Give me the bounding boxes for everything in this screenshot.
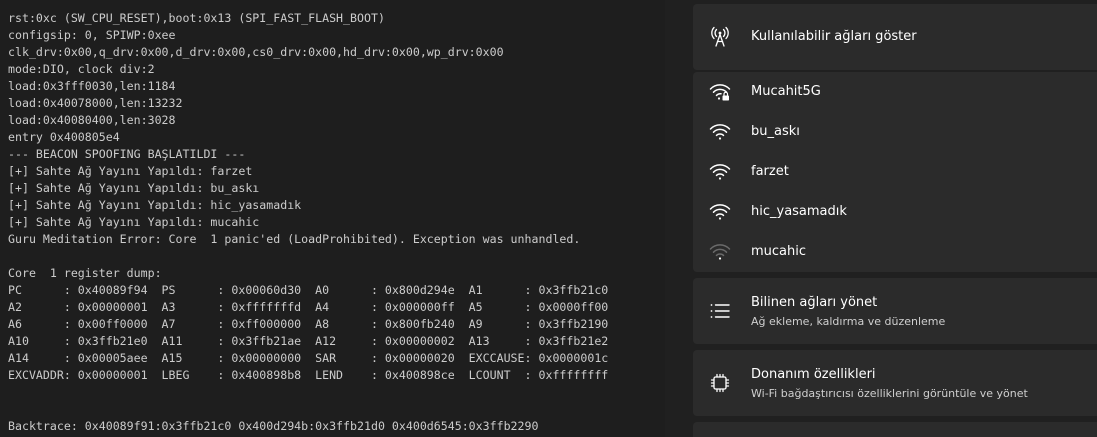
hardware-properties-subtitle: Wi-Fi bağdaştırıcısı özelliklerini görün… xyxy=(751,387,1028,400)
next-settings-card[interactable] xyxy=(693,422,1097,437)
terminal-line: configsip: 0, SPIWP:0xee xyxy=(8,28,176,42)
manage-known-networks-subtitle: Ağ ekleme, kaldırma ve düzenleme xyxy=(751,315,946,328)
terminal-line: load:0x40080400,len:3028 xyxy=(8,113,176,127)
network-ssid: Mucahit5G xyxy=(751,84,821,99)
terminal-line: PC : 0x40089f94 PS : 0x00060d30 A0 : 0x8… xyxy=(8,283,609,297)
terminal-line: [+] Sahte Ağ Yayını Yapıldı: mucahic xyxy=(8,215,260,229)
list-icon xyxy=(709,300,731,322)
wifi-icon xyxy=(709,161,731,183)
terminal-line: A10 : 0x3ffb21e0 A11 : 0x3ffb21ae A12 : … xyxy=(8,334,609,348)
terminal-line: [+] Sahte Ağ Yayını Yapıldı: farzet xyxy=(8,164,253,178)
wifi-icon xyxy=(709,121,731,143)
terminal-line: clk_drv:0x00,q_drv:0x00,d_drv:0x00,cs0_d… xyxy=(8,45,504,59)
antenna-icon xyxy=(709,26,731,48)
manage-known-networks-card[interactable]: Bilinen ağları yönet Ağ ekleme, kaldırma… xyxy=(693,278,1097,344)
network-ssid: hic_yasamadık xyxy=(751,204,847,219)
network-ssid: bu_askı xyxy=(751,124,800,139)
terminal-line: Backtrace: 0x40089f91:0x3ffb21c0 0x400d2… xyxy=(8,419,539,433)
terminal-line: [+] Sahte Ağ Yayını Yapıldı: hic_yasamad… xyxy=(8,198,302,212)
terminal-line: mode:DIO, clock div:2 xyxy=(8,62,155,76)
wifi-secured-icon xyxy=(709,81,731,103)
wifi-icon xyxy=(709,201,731,223)
terminal-line: Core 1 register dump: xyxy=(8,266,162,280)
terminal-line: load:0x3fff0030,len:1184 xyxy=(8,79,176,93)
network-item-bu-aski[interactable]: bu_askı xyxy=(693,112,1097,152)
wifi-weak-icon xyxy=(709,241,731,263)
terminal-output: rst:0xc (SW_CPU_RESET),boot:0x13 (SPI_FA… xyxy=(8,10,663,435)
chip-icon xyxy=(709,372,731,394)
terminal-line: A2 : 0x00000001 A3 : 0xfffffffd A4 : 0x0… xyxy=(8,300,609,314)
terminal-line: Guru Meditation Error: Core 1 panic'ed (… xyxy=(8,232,581,246)
network-ssid: mucahic xyxy=(751,244,807,259)
show-available-networks-label: Kullanılabilir ağları göster xyxy=(751,29,917,44)
serial-monitor-terminal[interactable]: rst:0xc (SW_CPU_RESET),boot:0x13 (SPI_FA… xyxy=(0,0,665,437)
terminal-line: A14 : 0x00005aee A15 : 0x00000000 SAR : … xyxy=(8,351,609,365)
terminal-line: EXCVADDR: 0x00000001 LBEG : 0x400898b8 L… xyxy=(8,368,609,382)
hardware-properties-card[interactable]: Donanım özellikleri Wi-Fi bağdaştırıcısı… xyxy=(693,350,1097,416)
show-available-networks-card[interactable]: Kullanılabilir ağları göster xyxy=(693,4,1097,70)
manage-known-networks-title: Bilinen ağları yönet xyxy=(751,295,878,310)
network-item-mucahit5g[interactable]: Mucahit5G xyxy=(693,72,1097,112)
terminal-line: load:0x40078000,len:13232 xyxy=(8,96,183,110)
network-item-farzet[interactable]: farzet xyxy=(693,152,1097,192)
terminal-line: A6 : 0x00ff0000 A7 : 0xff000000 A8 : 0x8… xyxy=(8,317,609,331)
terminal-line: --- BEACON SPOOFING BAŞLATILDI --- xyxy=(8,147,246,161)
network-item-mucahic[interactable]: mucahic xyxy=(693,232,1097,272)
network-list: Mucahit5G bu_askı farzet hic_yasamadık m… xyxy=(693,72,1097,272)
terminal-line: entry 0x400805e4 xyxy=(8,130,120,144)
network-ssid: farzet xyxy=(751,164,789,179)
terminal-line: rst:0xc (SW_CPU_RESET),boot:0x13 (SPI_FA… xyxy=(8,11,385,25)
terminal-line: [+] Sahte Ağ Yayını Yapıldı: bu_askı xyxy=(8,181,260,195)
hardware-properties-title: Donanım özellikleri xyxy=(751,367,876,382)
network-item-hic-yasamadik[interactable]: hic_yasamadık xyxy=(693,192,1097,232)
